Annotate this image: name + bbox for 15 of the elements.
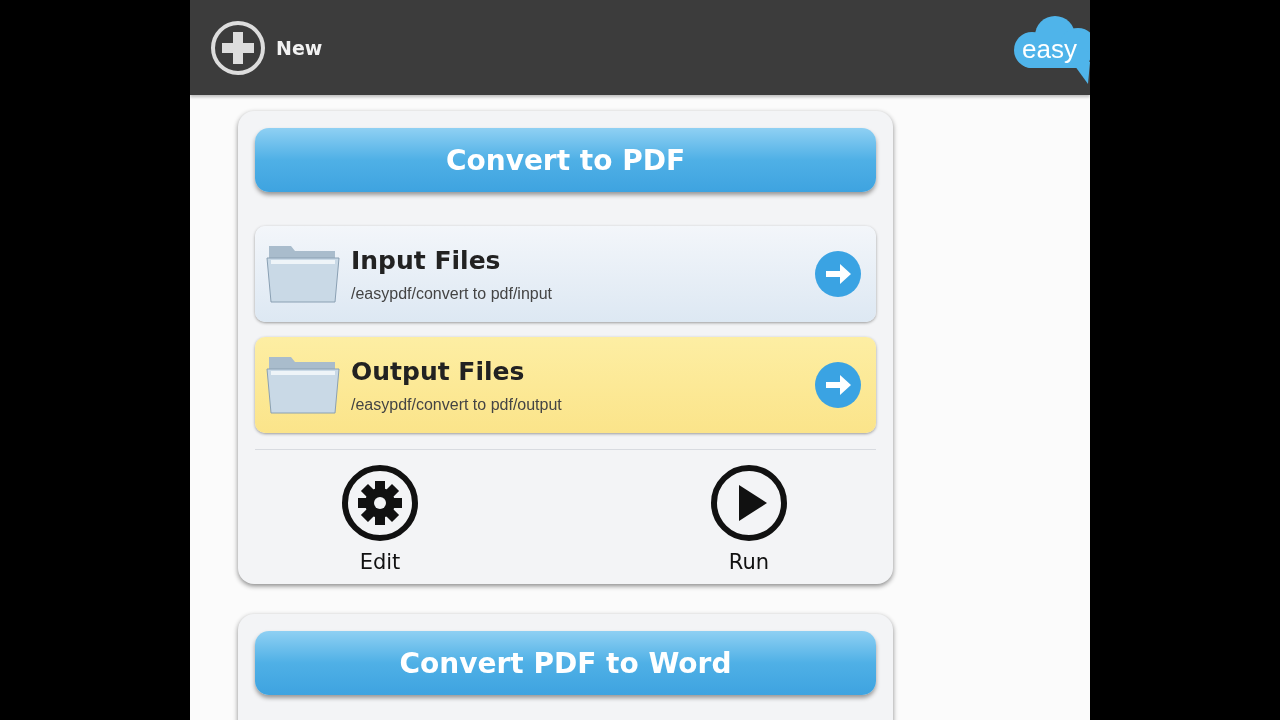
arrow-right-icon <box>814 250 862 298</box>
folder-path: /easypdf/convert to pdf/input <box>351 284 553 303</box>
play-icon <box>710 464 788 542</box>
folder-row[interactable]: Output Files /easypdf/convert to pdf/output <box>255 337 876 433</box>
folder-label: Output Files <box>351 356 526 386</box>
arrow-right-icon <box>814 361 862 409</box>
new-button[interactable]: New <box>210 19 323 76</box>
folder-row[interactable]: Input Files /easypdf/convert to pdf/input <box>255 226 876 322</box>
edit-button[interactable]: Edit <box>341 464 419 574</box>
folder-path: /easypdf/convert to pdf/output <box>351 395 563 414</box>
settings-icon <box>341 464 419 542</box>
run-button[interactable]: Run <box>710 464 788 574</box>
plus-icon <box>210 19 266 76</box>
logo-text: easy <box>1022 33 1077 65</box>
folder-label: Input Files <box>351 245 502 275</box>
